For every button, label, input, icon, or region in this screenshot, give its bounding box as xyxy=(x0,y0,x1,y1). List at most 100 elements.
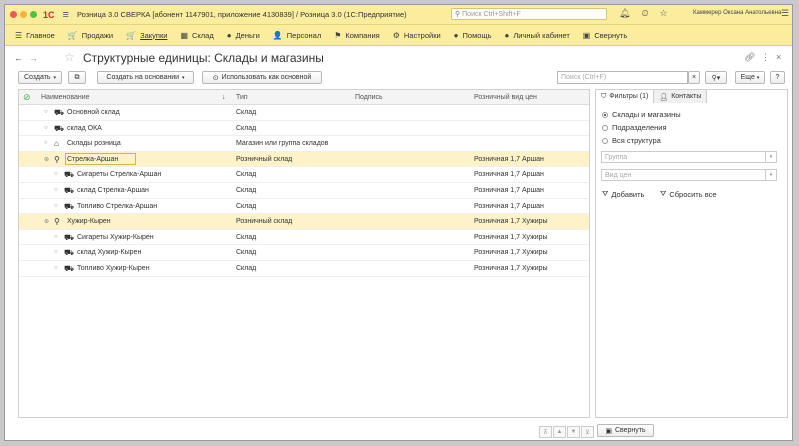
tab-filters[interactable]: ⛉ Фильтры (1) xyxy=(596,90,655,103)
more-button[interactable]: Еще ▾ xyxy=(735,71,765,84)
column-header-signature[interactable]: Подпись xyxy=(355,94,383,101)
group-icon: ⌂ xyxy=(54,139,59,149)
maximize-window-button[interactable] xyxy=(30,11,37,18)
units-table[interactable]: ⊘ Наименование ↓ Тип Подпись Розничный в… xyxy=(18,89,590,418)
section-icon: 👤 xyxy=(272,30,283,40)
table-row[interactable]: ⊕ ⚲ Хужир-Кырен Розничный склад Розничная 1,… xyxy=(19,214,589,230)
table-header: ⊘ Наименование ↓ Тип Подпись Розничный в… xyxy=(19,90,589,105)
section-0[interactable]: ☰ Главное xyxy=(15,31,55,40)
table-row[interactable]: ○ ⛟ Сигареты Стрелка-Аршан Склад Розничная 1… xyxy=(19,167,589,183)
use-as-main-button[interactable]: ⊙ Использовать как основной xyxy=(202,71,322,84)
dropdown-icon[interactable]: ▾ xyxy=(765,152,776,162)
table-row[interactable]: ○ ⛟ Основной склад Склад xyxy=(19,105,589,121)
section-4[interactable]: ● Деньги xyxy=(227,31,260,40)
help-button[interactable]: ? xyxy=(770,71,785,84)
search-input[interactable]: Поиск (Ctrl+F) xyxy=(557,71,688,84)
filter-clear-icon: ⛛ xyxy=(660,189,667,198)
radio-stores[interactable]: Склады и магазины xyxy=(602,110,681,119)
title-icons: 🔔︎ ⏲ ☆ xyxy=(619,8,668,19)
table-row[interactable]: ○ ⌂ Склады розница Магазин или группа склад… xyxy=(19,136,589,152)
settings-menu-icon[interactable]: ☰ xyxy=(781,8,789,19)
section-icon: ⚙ xyxy=(392,30,400,40)
first-page-button[interactable]: ⊼ xyxy=(539,426,552,438)
link-icon[interactable]: 🔗︎ xyxy=(744,52,755,63)
column-header-price-type[interactable]: Розничный вид цен xyxy=(474,94,537,101)
check-circle-icon: ⊙ xyxy=(212,74,219,82)
next-page-button[interactable]: ▼ xyxy=(567,426,580,438)
table-row[interactable]: ○ ⛟ склад ОКА Склад xyxy=(19,121,589,137)
table-row[interactable]: ○ ⛟ Топливо Стрелка-Аршан Склад Розничная 1,… xyxy=(19,199,589,215)
section-8[interactable]: ● Помощь xyxy=(454,31,492,40)
group-field[interactable]: Группа ▾ xyxy=(601,151,777,163)
expand-icon[interactable]: ⊕ xyxy=(44,156,49,163)
radio-all-structure[interactable]: Вся структура xyxy=(602,136,661,145)
close-icon[interactable]: × xyxy=(776,52,781,62)
section-label: Продажи xyxy=(81,30,114,40)
section-5[interactable]: 👤 Персонал xyxy=(273,31,321,40)
cell-name: склад ОКА xyxy=(67,124,102,132)
chevron-down-icon: ▾ xyxy=(53,74,57,81)
status-icon: ○ xyxy=(44,124,48,131)
create-based-on-button[interactable]: Создать на основании ▾ xyxy=(97,71,194,84)
filter-icon: ⛉ xyxy=(601,92,607,100)
cell-name: Сигареты Стрелка-Аршан xyxy=(77,171,162,179)
section-3[interactable]: ▦ Склад xyxy=(180,31,213,40)
chevron-down-icon: ▾ xyxy=(182,74,185,81)
cell-type: Склад xyxy=(236,171,257,179)
reset-filters-button[interactable]: ⛛ Сбросить все xyxy=(660,189,717,199)
prev-page-button[interactable]: ▲ xyxy=(553,426,566,438)
sort-down-icon[interactable]: ↓ xyxy=(222,94,226,101)
search-icon: ⚲ xyxy=(455,11,461,18)
check-all-icon[interactable]: ⊘ xyxy=(23,92,31,103)
bell-icon[interactable]: 🔔︎ xyxy=(619,8,630,19)
radio-departments[interactable]: Подразделения xyxy=(602,123,667,132)
collapse-panel-button[interactable]: ▣ Свернуть xyxy=(597,424,654,437)
clear-search-button[interactable]: × xyxy=(688,71,700,84)
warehouse-icon: ⛟ xyxy=(64,263,75,273)
cell-name: Основной склад xyxy=(67,109,120,116)
price-type-field[interactable]: Вид цен ▾ xyxy=(601,169,777,181)
table-row[interactable]: ○ ⛟ Сигареты Хужир-Кырен Склад Розничная 1,7… xyxy=(19,230,589,246)
minimize-window-button[interactable] xyxy=(20,11,27,18)
back-arrow-icon[interactable]: ← xyxy=(14,53,23,63)
filter-add-icon: ⛛ xyxy=(602,189,609,198)
status-icon: ○ xyxy=(54,233,58,240)
status-icon: ○ xyxy=(44,109,48,115)
close-window-button[interactable] xyxy=(10,11,17,18)
add-filter-button[interactable]: ⛛ Добавить xyxy=(602,189,644,199)
favorite-star-icon[interactable]: ☆ xyxy=(64,50,75,64)
section-label: Свернуть xyxy=(594,30,628,40)
global-search-input[interactable]: ⚲ Поиск Ctrl+Shift+F xyxy=(451,8,607,20)
forward-arrow-icon[interactable]: → xyxy=(29,53,38,63)
status-icon: ○ xyxy=(54,202,58,209)
cell-price: Розничная 1,7 Аршан xyxy=(474,155,544,163)
dropdown-icon[interactable]: ▾ xyxy=(765,170,776,180)
star-icon[interactable]: ☆ xyxy=(659,8,667,19)
tab-contacts[interactable]: 👤︎ Контакты xyxy=(654,90,708,103)
table-row[interactable]: ○ ⛟ Топливо Хужир-Кырен Склад Розничная 1,7 … xyxy=(19,261,589,277)
section-9[interactable]: ● Личный кабинет xyxy=(504,31,569,40)
status-icon: ○ xyxy=(54,171,58,178)
copy-button[interactable]: ⧉ xyxy=(68,71,86,84)
section-2[interactable]: 🛒 Закупки xyxy=(126,31,167,40)
create-button[interactable]: Создать ▾ xyxy=(18,71,62,84)
table-row[interactable]: ○ ⛟ склад Хужир-Кырен Склад Розничная 1,7 Ху… xyxy=(19,245,589,261)
search-button[interactable]: ⚲▾ xyxy=(705,71,727,84)
table-row[interactable]: ⊕ ⚲ Стрелка-Аршан Розничный склад Розничная … xyxy=(19,151,589,168)
history-icon[interactable]: ⏲ xyxy=(641,8,648,19)
user-name[interactable]: Каммерер Оксана Анатольевна xyxy=(693,10,781,16)
column-header-name[interactable]: Наименование xyxy=(41,94,90,101)
main-menu-icon[interactable]: ≡ xyxy=(63,9,69,21)
section-6[interactable]: ⚑ Компания xyxy=(334,31,380,40)
table-row[interactable]: ○ ⛟ склад Стрелка-Аршан Склад Розничная 1,7 … xyxy=(19,183,589,199)
cell-name: Сигареты Хужир-Кырен xyxy=(77,233,154,241)
more-vertical-icon[interactable]: ⋮ xyxy=(761,52,770,63)
expand-icon[interactable]: ⊕ xyxy=(44,218,49,225)
section-icon: ● xyxy=(226,30,232,40)
column-header-type[interactable]: Тип xyxy=(236,94,248,101)
last-page-button[interactable]: ⊻ xyxy=(581,426,594,438)
cell-type: Склад xyxy=(236,233,257,241)
section-1[interactable]: 🛒 Продажи xyxy=(68,31,113,40)
section-7[interactable]: ⚙ Настройки xyxy=(393,31,441,40)
section-10[interactable]: ▣ Свернуть xyxy=(583,31,627,40)
